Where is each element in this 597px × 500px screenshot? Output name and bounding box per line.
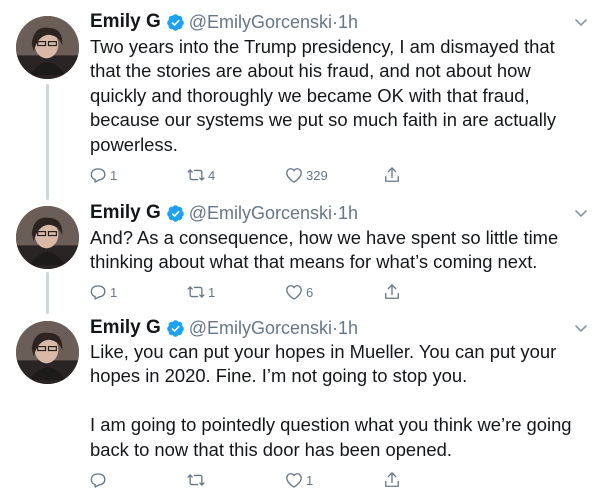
thread-line (46, 272, 49, 314)
reply-icon (88, 282, 108, 302)
heart-icon (284, 470, 304, 490)
verified-badge-icon (166, 319, 185, 338)
tweet-text: Like, you can put your hopes in Mueller.… (90, 341, 572, 460)
reply-count: 1 (110, 167, 118, 183)
retweet-button[interactable]: 1 (186, 281, 215, 303)
retweet-icon (186, 470, 206, 490)
reply-button[interactable]: 1 (88, 164, 117, 186)
timestamp[interactable]: 1h (338, 12, 358, 33)
share-icon (382, 470, 402, 490)
like-button[interactable]: 329 (284, 164, 328, 186)
chevron-down-icon[interactable] (573, 320, 589, 336)
share-button[interactable] (382, 469, 402, 491)
reply-button[interactable]: 1 (88, 281, 117, 303)
retweet-count: 4 (208, 167, 216, 183)
display-name[interactable]: Emily G (90, 11, 161, 33)
timestamp[interactable]: 1h (338, 318, 358, 339)
avatar[interactable] (16, 321, 79, 384)
verified-badge-icon (166, 13, 185, 32)
tweet-text: Two years into the Trump presidency, I a… (90, 36, 562, 155)
display-name[interactable]: Emily G (90, 202, 161, 224)
avatar[interactable] (16, 16, 79, 79)
reply-button[interactable] (88, 469, 110, 491)
timestamp[interactable]: 1h (338, 203, 358, 224)
share-icon (382, 165, 402, 185)
retweet-count: 1 (208, 284, 216, 300)
like-button[interactable]: 1 (284, 469, 313, 491)
like-count: 6 (306, 284, 314, 300)
reply-count: 1 (110, 284, 118, 300)
like-count: 329 (306, 167, 328, 183)
heart-icon (284, 165, 304, 185)
tweet-text: And? As a consequence, how we have spent… (90, 227, 564, 273)
chevron-down-icon[interactable] (573, 14, 589, 30)
chevron-down-icon[interactable] (573, 205, 589, 221)
reply-icon (88, 470, 108, 490)
verified-badge-icon (166, 204, 185, 223)
like-count: 1 (306, 472, 314, 488)
handle[interactable]: @EmilyGorcenski (189, 318, 332, 339)
retweet-button[interactable] (186, 469, 208, 491)
retweet-icon (186, 282, 206, 302)
heart-icon (284, 282, 304, 302)
display-name[interactable]: Emily G (90, 317, 161, 339)
thread-line (46, 84, 49, 200)
share-button[interactable] (382, 281, 402, 303)
like-button[interactable]: 6 (284, 281, 313, 303)
share-icon (382, 282, 402, 302)
handle[interactable]: @EmilyGorcenski (189, 203, 332, 224)
retweet-icon (186, 165, 206, 185)
retweet-button[interactable]: 4 (186, 164, 215, 186)
handle[interactable]: @EmilyGorcenski (189, 12, 332, 33)
reply-icon (88, 165, 108, 185)
avatar[interactable] (16, 206, 79, 269)
share-button[interactable] (382, 164, 402, 186)
